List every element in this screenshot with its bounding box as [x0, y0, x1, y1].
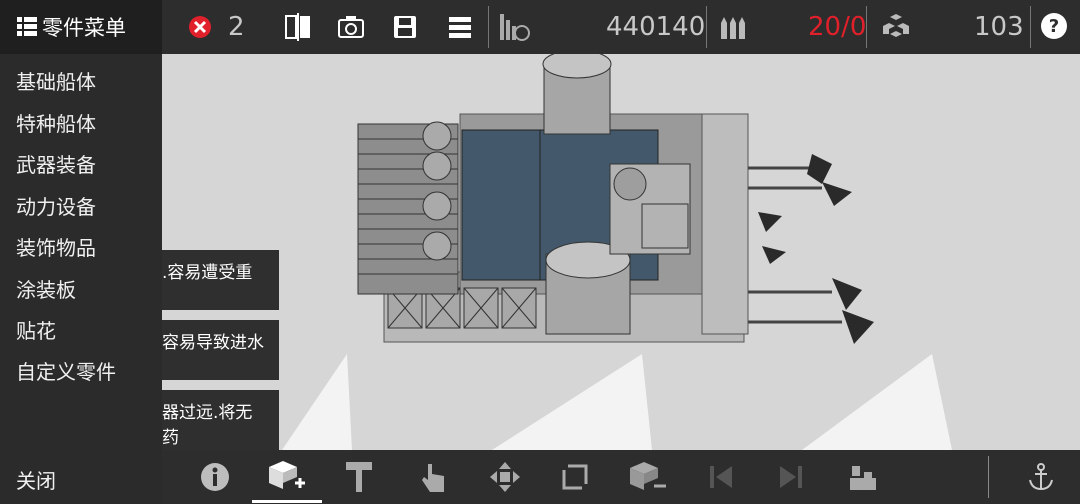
error-icon[interactable]: [188, 15, 212, 39]
cost-value: 440140: [606, 12, 706, 42]
weapons-count: 20/0: [808, 12, 867, 42]
category-decals[interactable]: 贴花: [16, 315, 56, 344]
category-decor[interactable]: 装饰物品: [16, 232, 96, 261]
layer-icon[interactable]: [848, 462, 878, 492]
category-special-hull[interactable]: 特种船体: [16, 108, 96, 137]
warning-tip: .容易遭受重: [162, 250, 279, 310]
divider: [1030, 6, 1031, 48]
grid-icon: [16, 16, 38, 38]
top-toolbar: 零件菜单 2 440140 20/0 103 ?: [0, 0, 1080, 54]
parts-menu-title: 零件菜单: [42, 16, 126, 40]
mirror-icon[interactable]: [284, 13, 312, 41]
parts-category-sidebar: 基础船体 特种船体 武器装备 动力设备 装饰物品 涂装板 贴花 自定义零件 关闭: [0, 54, 162, 504]
category-paint[interactable]: 涂装板: [16, 274, 76, 303]
remove-part-icon[interactable]: [628, 460, 668, 494]
parts-menu-button[interactable]: 零件菜单: [0, 0, 162, 54]
active-tab-indicator: [252, 500, 322, 503]
divider: [866, 6, 867, 48]
add-part-icon[interactable]: [252, 450, 322, 504]
svg-text:?: ?: [1049, 16, 1059, 37]
camera-icon[interactable]: [337, 13, 365, 41]
divider: [488, 6, 489, 48]
category-power[interactable]: 动力设备: [16, 191, 96, 220]
warning-tip: 器过远.将无 药: [162, 390, 279, 450]
bottom-toolbar: [162, 450, 1080, 504]
prev-icon[interactable]: [708, 462, 734, 492]
ship-model: [162, 49, 1080, 450]
category-weapons[interactable]: 武器装备: [16, 149, 96, 178]
divider: [706, 6, 707, 48]
paint-roller-icon[interactable]: [344, 460, 374, 494]
touch-icon[interactable]: [418, 460, 448, 494]
close-button[interactable]: 关闭: [16, 465, 56, 494]
next-icon[interactable]: [778, 462, 804, 492]
parts-count: 103: [974, 12, 1024, 42]
error-count: 2: [228, 12, 245, 42]
list-icon[interactable]: [446, 13, 474, 41]
anchor-icon[interactable]: [1026, 462, 1056, 492]
help-icon[interactable]: ?: [1040, 12, 1068, 40]
move-icon[interactable]: [488, 460, 522, 494]
save-icon[interactable]: [391, 13, 419, 41]
rotate-icon[interactable]: [560, 460, 590, 494]
parts-icon: [880, 12, 912, 42]
warning-tip: 容易导致进水: [162, 320, 279, 380]
divider: [988, 456, 989, 498]
viewport[interactable]: [162, 49, 1080, 450]
category-basic-hull[interactable]: 基础船体: [16, 66, 96, 95]
weight-icon: [498, 12, 530, 42]
ammo-icon: [718, 13, 748, 41]
category-custom[interactable]: 自定义零件: [16, 356, 116, 385]
info-icon[interactable]: [200, 462, 230, 492]
